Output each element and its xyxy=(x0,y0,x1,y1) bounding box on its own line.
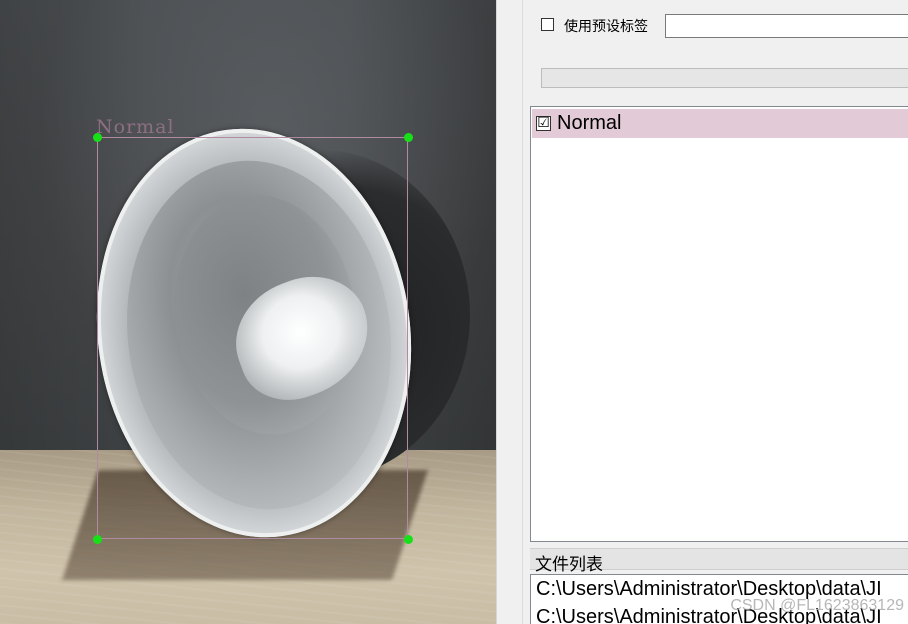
watermark-text: CSDN @FL1623863129 xyxy=(730,597,904,614)
file-list-title: 文件列表 xyxy=(535,555,603,575)
image-canvas[interactable]: Normal xyxy=(0,0,496,624)
label-item-text: Normal xyxy=(557,112,622,134)
bbox-handle-bottom-left[interactable] xyxy=(93,535,102,544)
file-list-header: 文件列表 xyxy=(530,548,908,575)
bounding-box[interactable] xyxy=(97,137,408,539)
bbox-class-label: Normal xyxy=(96,116,175,138)
progress-bar xyxy=(541,68,908,88)
preset-label-input[interactable] xyxy=(665,14,908,38)
bbox-handle-top-right[interactable] xyxy=(404,133,413,142)
preset-label-text: 使用预设标签 xyxy=(564,19,648,35)
label-list[interactable]: ☑ Normal xyxy=(530,106,908,542)
label-dock-panel: 使用预设标签 ☑ Normal 文件列表 C:\Users\Administra… xyxy=(522,0,908,624)
label-checkbox[interactable]: ☑ xyxy=(536,116,551,131)
bbox-handle-bottom-right[interactable] xyxy=(404,535,413,544)
label-list-item[interactable]: ☑ Normal xyxy=(532,109,908,138)
panel-splitter[interactable] xyxy=(496,0,523,624)
preset-label-row: 使用预设标签 xyxy=(541,14,908,40)
preset-label-checkbox[interactable] xyxy=(541,18,554,31)
